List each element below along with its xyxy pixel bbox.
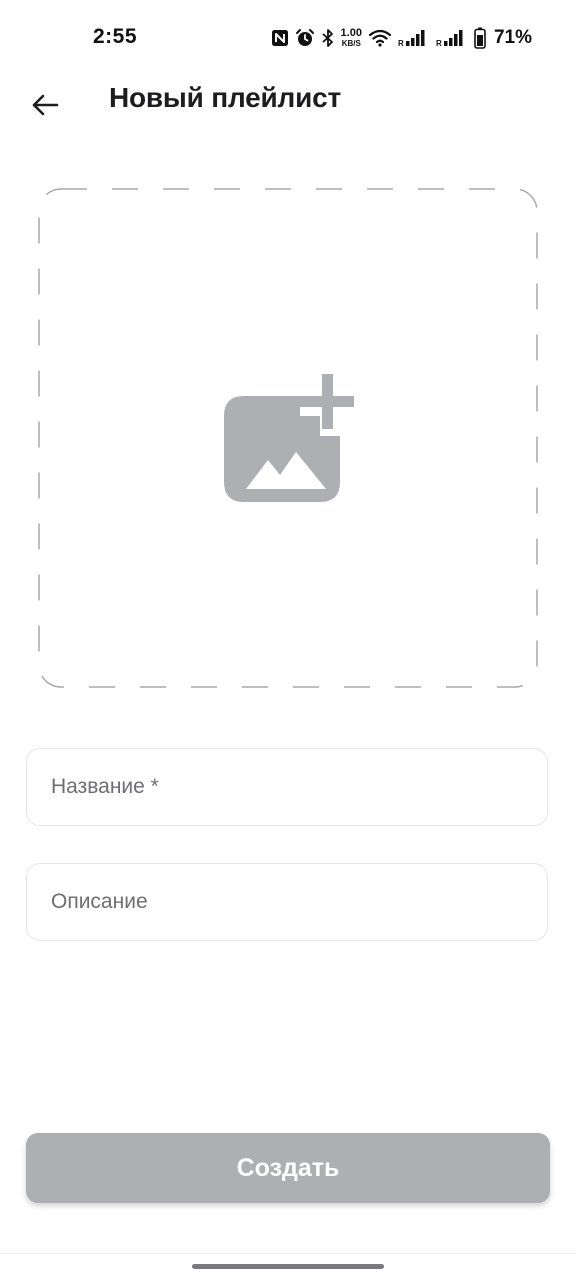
- battery-percent: 71%: [493, 27, 532, 48]
- nfc-icon: [271, 29, 289, 47]
- wifi-icon: [368, 28, 392, 48]
- bluetooth-icon: [321, 28, 335, 48]
- network-speed-value: 1.00: [340, 27, 362, 39]
- status-bar: 2:55 1.00 KB/S R R 71%: [0, 0, 576, 76]
- status-time: 2:55: [93, 25, 138, 48]
- svg-text:R: R: [436, 39, 442, 47]
- arrow-left-icon: [31, 93, 59, 122]
- playlist-description-placeholder: Описание: [51, 890, 148, 913]
- battery-icon: [474, 27, 486, 49]
- page-title: Новый плейлист: [109, 82, 342, 113]
- back-button[interactable]: [20, 82, 70, 132]
- cover-upload-area[interactable]: [38, 188, 538, 688]
- create-button[interactable]: Создать: [26, 1133, 550, 1203]
- svg-text:R: R: [398, 39, 404, 47]
- network-speed-unit: KB/S: [341, 39, 361, 48]
- home-indicator[interactable]: [192, 1264, 384, 1269]
- status-icons: 1.00 KB/S R R 71%: [271, 24, 532, 52]
- alarm-icon: [295, 28, 315, 48]
- signal-icon: R: [436, 29, 468, 47]
- network-speed: 1.00 KB/S: [341, 28, 362, 48]
- signal-icon: R: [398, 29, 430, 47]
- bottom-divider: [0, 1253, 576, 1254]
- playlist-name-field[interactable]: Название *: [26, 748, 548, 826]
- playlist-name-placeholder: Название *: [51, 775, 159, 798]
- create-button-label: Создать: [236, 1153, 340, 1182]
- add-image-icon: [224, 374, 355, 504]
- playlist-description-field[interactable]: Описание: [26, 863, 548, 941]
